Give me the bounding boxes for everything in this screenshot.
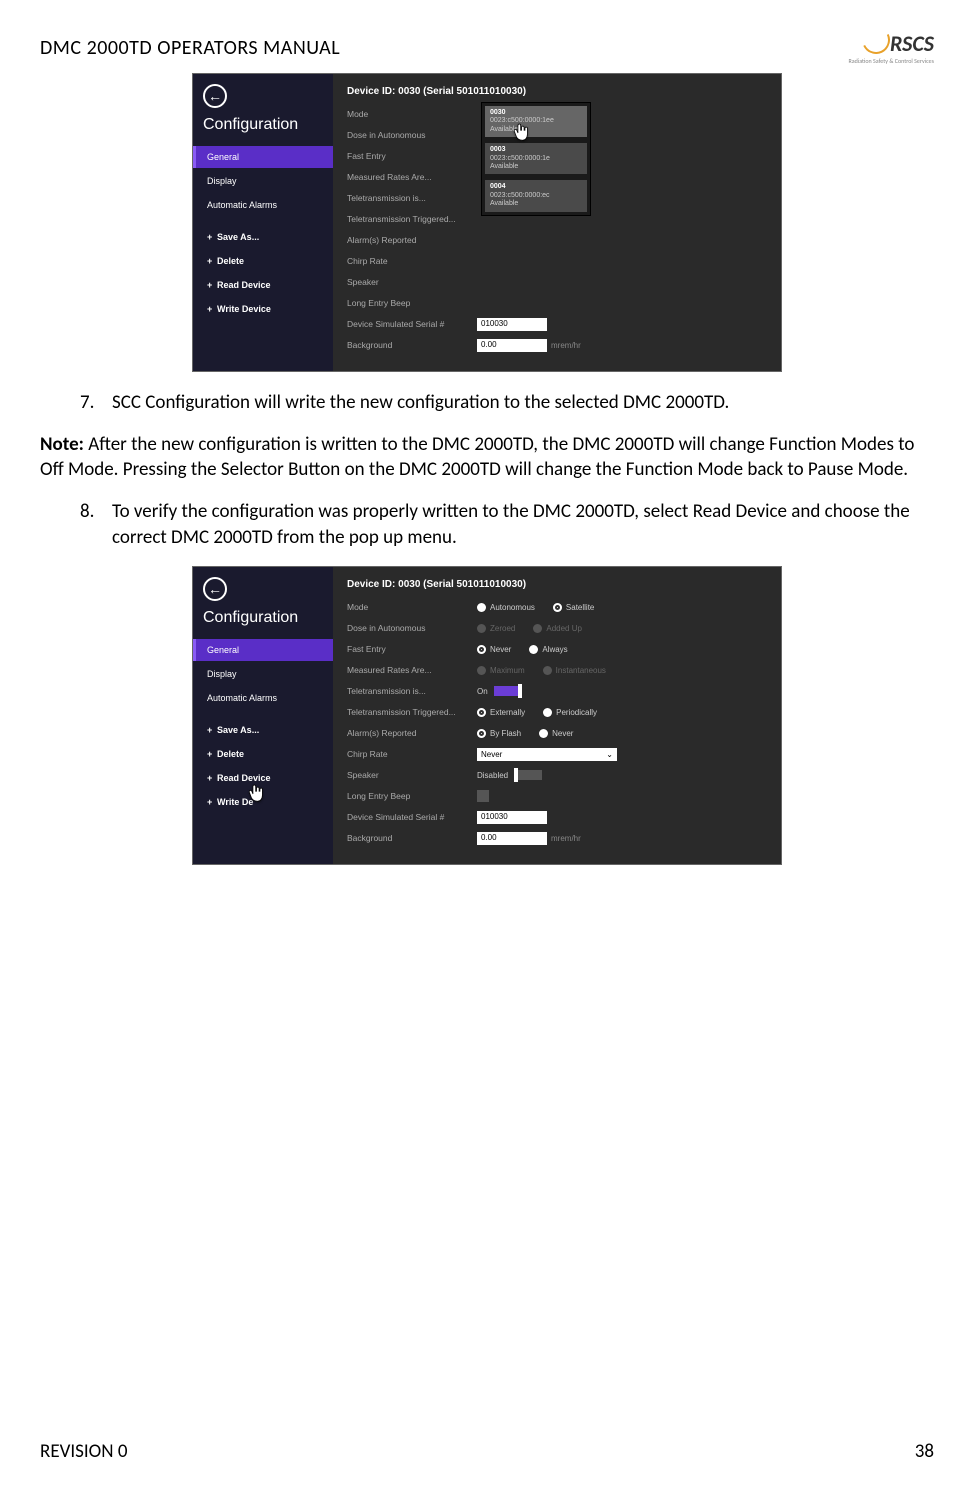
checkbox-beep[interactable] [477,790,489,802]
step-list-2: 8.To verify the configuration was proper… [40,499,934,550]
radio-externally[interactable]: Externally [477,708,525,717]
sidebar-item-display-2[interactable]: Display [193,663,333,685]
device-select-popup: 0030 0023:c500:0000:1ee Available 0003 0… [481,102,591,216]
radio-zeroed[interactable]: Zeroed [477,624,515,633]
device-id-header: Device ID: 0030 (Serial 501011010030) [347,86,767,97]
sidebar-item-delete[interactable]: +Delete [193,250,333,272]
config-title: Configuration [193,116,333,146]
toggle-teletrans[interactable]: On [477,686,522,696]
radio-never[interactable]: Never [477,645,511,654]
back-button-2[interactable]: ← [203,577,227,601]
radio-alarm-never[interactable]: Never [539,729,573,738]
cursor-hand-icon [513,122,531,144]
popup-device-0004[interactable]: 0004 0023:c500:0000:ec Available [485,180,587,211]
radio-maximum[interactable]: Maximum [477,666,525,675]
page-number: 38 [915,1440,934,1463]
page-footer: REVISION 0 38 [40,1440,934,1463]
radio-autonomous[interactable]: Autonomous [477,603,535,612]
radio-byflash[interactable]: By Flash [477,729,521,738]
screenshot-read-device: ← Configuration General Display Automati… [192,566,782,865]
note-paragraph: Note: After the new configuration is wri… [40,432,934,483]
page-header: DMC 2000TD OPERATORS MANUAL RSCS Radiati… [40,30,934,65]
radio-instant[interactable]: Instantaneous [543,666,606,675]
config-sidebar: ← Configuration General Display Automati… [193,74,333,371]
chirp-select[interactable]: Never⌄ [477,748,617,761]
sidebar-item-display[interactable]: Display [193,170,333,192]
step-list: 7.SCC Configuration will write the new c… [40,390,934,416]
sidebar-item-delete-2[interactable]: +Delete [193,743,333,765]
radio-addedup[interactable]: Added Up [533,624,582,633]
config-main: Device ID: 0030 (Serial 501011010030) Mo… [333,74,781,371]
sidebar-item-saveas[interactable]: +Save As... [193,226,333,248]
sidebar-item-write-2[interactable]: +Write De [193,791,333,813]
screenshot-write-device: ← Configuration General Display Automati… [192,73,782,372]
serial-input[interactable]: 010030 [477,318,547,331]
config-sidebar-2: ← Configuration General Display Automati… [193,567,333,864]
background-input[interactable]: 0.00 [477,339,547,352]
sidebar-item-general-2[interactable]: General [193,639,333,661]
step-8: 8.To verify the configuration was proper… [80,499,934,550]
sidebar-item-read[interactable]: +Read Device [193,274,333,296]
radio-periodically[interactable]: Periodically [543,708,597,717]
sidebar-item-alarms-2[interactable]: Automatic Alarms [193,687,333,709]
popup-device-0003[interactable]: 0003 0023:c500:0000:1e Available [485,143,587,174]
toggle-speaker[interactable]: Disabled [477,770,542,780]
config-title-2: Configuration [193,609,333,639]
sidebar-item-write[interactable]: +Write Device [193,298,333,320]
radio-satellite[interactable]: Satellite [553,603,594,612]
revision-label: REVISION 0 [40,1440,127,1463]
popup-device-0030[interactable]: 0030 0023:c500:0000:1ee Available [485,106,587,137]
back-button[interactable]: ← [203,84,227,108]
sidebar-item-alarms[interactable]: Automatic Alarms [193,194,333,216]
config-main-2: Device ID: 0030 (Serial 501011010030) Mo… [333,567,781,864]
device-id-header-2: Device ID: 0030 (Serial 501011010030) [347,579,767,590]
radio-always[interactable]: Always [529,645,567,654]
manual-title: DMC 2000TD OPERATORS MANUAL [40,36,340,60]
rscs-logo: RSCS Radiation Safety & Control Services [849,30,934,65]
sidebar-item-saveas-2[interactable]: +Save As... [193,719,333,741]
step-7: 7.SCC Configuration will write the new c… [80,390,934,416]
background-input-2[interactable]: 0.00 [477,832,547,845]
chevron-down-icon: ⌄ [606,750,613,759]
sidebar-item-general[interactable]: General [193,146,333,168]
serial-input-2[interactable]: 010030 [477,811,547,824]
cursor-hand-icon-2 [248,783,266,805]
